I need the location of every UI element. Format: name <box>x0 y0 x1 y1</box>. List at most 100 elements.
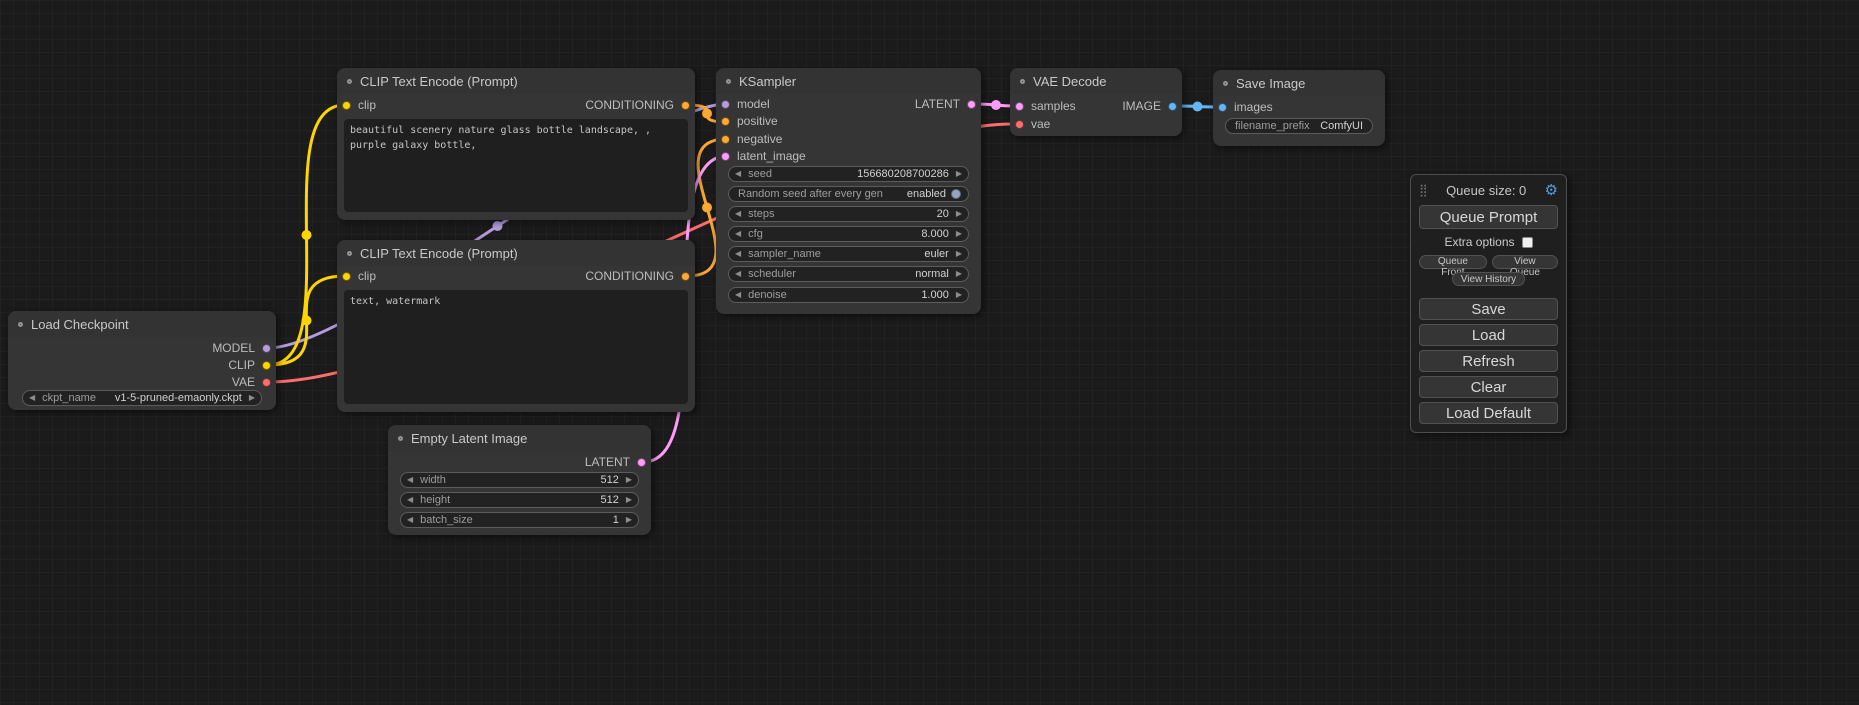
slot-dot-conditioning[interactable] <box>681 272 690 281</box>
view-history-button[interactable]: View History <box>1452 272 1525 286</box>
slot-dot-model[interactable] <box>262 344 271 353</box>
decrement-arrow-icon[interactable]: ◀ <box>735 291 741 299</box>
increment-arrow-icon[interactable]: ▶ <box>956 291 962 299</box>
positive-prompt-input[interactable]: beautiful scenery nature glass bottle la… <box>344 119 688 212</box>
increment-arrow-icon[interactable]: ▶ <box>956 170 962 178</box>
collapse-dot-icon[interactable] <box>18 322 23 327</box>
toggle-knob-icon[interactable] <box>951 189 961 199</box>
node-graph-canvas[interactable]: Load Checkpoint MODEL CLIP VAE ◀ ckpt_na… <box>0 0 1859 705</box>
slot-dot-model[interactable] <box>721 100 730 109</box>
node-ksampler[interactable]: KSampler model positive negative latent_… <box>716 68 981 314</box>
node-clip-text-encode-positive[interactable]: CLIP Text Encode (Prompt) clip CONDITION… <box>337 68 695 220</box>
slot-dot-latent[interactable] <box>637 458 646 467</box>
width-widget[interactable]: ◀ width 512 ▶ <box>400 472 639 488</box>
extra-options-checkbox[interactable] <box>1522 237 1533 248</box>
queue-front-button[interactable]: Queue Front <box>1419 255 1487 269</box>
slot-dot-conditioning[interactable] <box>721 117 730 126</box>
input-slot-clip[interactable]: clip <box>342 98 376 112</box>
decrement-arrow-icon[interactable]: ◀ <box>735 170 741 178</box>
node-titlebar[interactable]: CLIP Text Encode (Prompt) <box>337 240 695 266</box>
decrement-arrow-icon[interactable]: ◀ <box>407 516 413 524</box>
drag-handle-icon[interactable]: ⣿ <box>1419 183 1428 197</box>
clear-button[interactable]: Clear <box>1419 376 1558 398</box>
slot-dot-image[interactable] <box>1218 103 1227 112</box>
seed-widget[interactable]: ◀ seed 156680208700286 ▶ <box>728 166 969 182</box>
slot-dot-conditioning[interactable] <box>681 101 690 110</box>
slot-dot-image[interactable] <box>1168 102 1177 111</box>
node-titlebar[interactable]: Load Checkpoint <box>8 311 276 337</box>
slot-dot-latent[interactable] <box>1015 102 1024 111</box>
ckpt-name-widget[interactable]: ◀ ckpt_name v1-5-pruned-emaonly.ckpt ▶ <box>22 390 262 406</box>
output-slot-conditioning[interactable]: CONDITIONING <box>585 269 690 283</box>
slot-dot-vae[interactable] <box>1015 120 1024 129</box>
node-titlebar[interactable]: VAE Decode <box>1010 68 1182 94</box>
slot-dot-latent[interactable] <box>967 100 976 109</box>
node-load-checkpoint[interactable]: Load Checkpoint MODEL CLIP VAE ◀ ckpt_na… <box>8 311 276 410</box>
input-slot-images[interactable]: images <box>1218 100 1273 114</box>
node-save-image[interactable]: Save Image images filename_prefix ComfyU… <box>1213 70 1385 146</box>
settings-gear-icon[interactable]: ⚙ <box>1545 181 1558 199</box>
input-slot-vae[interactable]: vae <box>1015 117 1050 131</box>
slot-dot-vae[interactable] <box>262 378 271 387</box>
decrement-arrow-icon[interactable]: ◀ <box>29 394 35 402</box>
cfg-widget[interactable]: ◀ cfg 8.000 ▶ <box>728 226 969 242</box>
decrement-arrow-icon[interactable]: ◀ <box>735 250 741 258</box>
collapse-dot-icon[interactable] <box>347 251 352 256</box>
random-seed-toggle-widget[interactable]: Random seed after every gen enabled <box>728 186 969 202</box>
steps-widget[interactable]: ◀ steps 20 ▶ <box>728 206 969 222</box>
node-titlebar[interactable]: KSampler <box>716 68 981 94</box>
input-slot-positive[interactable]: positive <box>721 114 778 128</box>
decrement-arrow-icon[interactable]: ◀ <box>407 476 413 484</box>
height-widget[interactable]: ◀ height 512 ▶ <box>400 492 639 508</box>
output-slot-model[interactable]: MODEL <box>212 341 271 355</box>
node-empty-latent-image[interactable]: Empty Latent Image LATENT ◀ width 512 ▶ … <box>388 425 651 535</box>
load-default-button[interactable]: Load Default <box>1419 402 1558 424</box>
collapse-dot-icon[interactable] <box>726 79 731 84</box>
output-slot-conditioning[interactable]: CONDITIONING <box>585 98 690 112</box>
node-titlebar[interactable]: Save Image <box>1213 70 1385 96</box>
increment-arrow-icon[interactable]: ▶ <box>626 516 632 524</box>
filename-prefix-widget[interactable]: filename_prefix ComfyUI <box>1225 118 1373 134</box>
decrement-arrow-icon[interactable]: ◀ <box>735 270 741 278</box>
collapse-dot-icon[interactable] <box>1020 79 1025 84</box>
node-titlebar[interactable]: Empty Latent Image <box>388 425 651 451</box>
view-queue-button[interactable]: View Queue <box>1492 255 1558 269</box>
slot-dot-latent[interactable] <box>721 152 730 161</box>
output-slot-clip[interactable]: CLIP <box>228 358 271 372</box>
increment-arrow-icon[interactable]: ▶ <box>956 270 962 278</box>
increment-arrow-icon[interactable]: ▶ <box>956 230 962 238</box>
collapse-dot-icon[interactable] <box>347 79 352 84</box>
input-slot-latent-image[interactable]: latent_image <box>721 149 806 163</box>
refresh-button[interactable]: Refresh <box>1419 350 1558 372</box>
increment-arrow-icon[interactable]: ▶ <box>249 394 255 402</box>
output-slot-vae[interactable]: VAE <box>232 375 271 389</box>
decrement-arrow-icon[interactable]: ◀ <box>407 496 413 504</box>
denoise-widget[interactable]: ◀ denoise 1.000 ▶ <box>728 287 969 303</box>
output-slot-image[interactable]: IMAGE <box>1122 99 1177 113</box>
slot-dot-clip[interactable] <box>342 101 351 110</box>
slot-dot-clip[interactable] <box>262 361 271 370</box>
node-clip-text-encode-negative[interactable]: CLIP Text Encode (Prompt) clip CONDITION… <box>337 240 695 412</box>
increment-arrow-icon[interactable]: ▶ <box>956 250 962 258</box>
input-slot-negative[interactable]: negative <box>721 132 782 146</box>
sampler-name-widget[interactable]: ◀ sampler_name euler ▶ <box>728 246 969 262</box>
scheduler-widget[interactable]: ◀ scheduler normal ▶ <box>728 266 969 282</box>
save-button[interactable]: Save <box>1419 298 1558 320</box>
input-slot-clip[interactable]: clip <box>342 269 376 283</box>
output-slot-latent[interactable]: LATENT <box>915 97 976 111</box>
negative-prompt-input[interactable]: text, watermark <box>344 290 688 404</box>
batch-size-widget[interactable]: ◀ batch_size 1 ▶ <box>400 512 639 528</box>
increment-arrow-icon[interactable]: ▶ <box>626 476 632 484</box>
load-button[interactable]: Load <box>1419 324 1558 346</box>
increment-arrow-icon[interactable]: ▶ <box>626 496 632 504</box>
queue-prompt-button[interactable]: Queue Prompt <box>1419 205 1558 229</box>
node-titlebar[interactable]: CLIP Text Encode (Prompt) <box>337 68 695 94</box>
decrement-arrow-icon[interactable]: ◀ <box>735 230 741 238</box>
increment-arrow-icon[interactable]: ▶ <box>956 210 962 218</box>
decrement-arrow-icon[interactable]: ◀ <box>735 210 741 218</box>
slot-dot-conditioning[interactable] <box>721 135 730 144</box>
collapse-dot-icon[interactable] <box>398 436 403 441</box>
node-vae-decode[interactable]: VAE Decode samples vae IMAGE <box>1010 68 1182 136</box>
input-slot-samples[interactable]: samples <box>1015 99 1076 113</box>
collapse-dot-icon[interactable] <box>1223 81 1228 86</box>
